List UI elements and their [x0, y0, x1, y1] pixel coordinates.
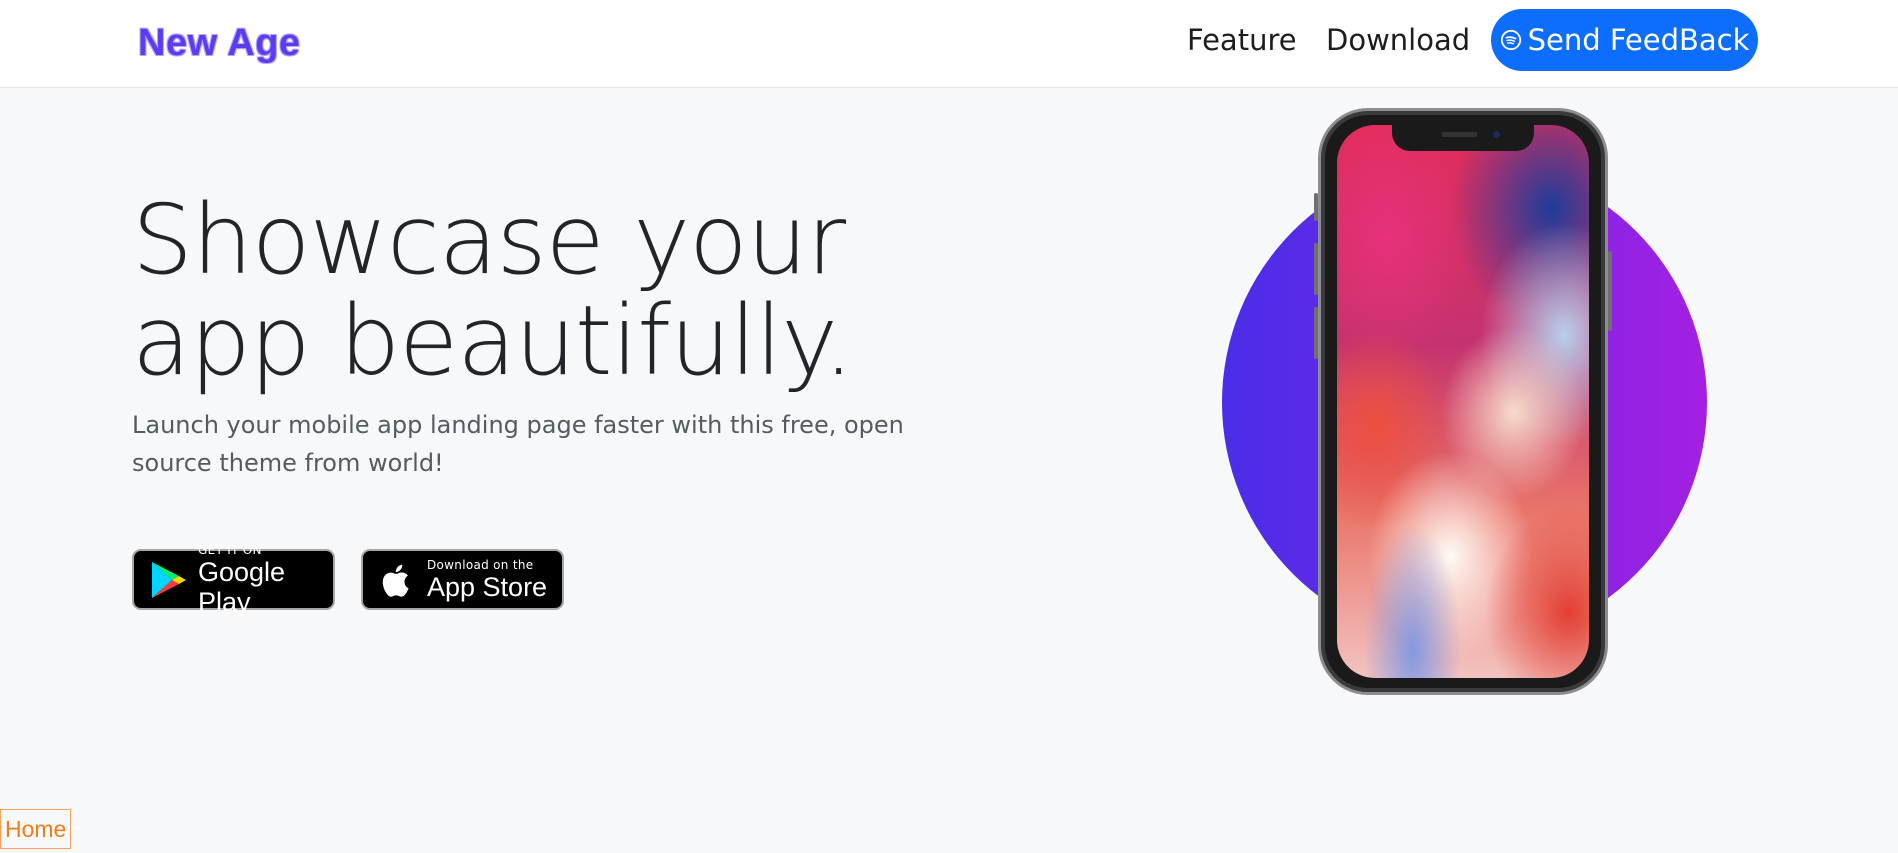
- google-play-badge[interactable]: GET IT ON Google Play: [132, 543, 335, 617]
- phone-side-button: [1314, 193, 1318, 221]
- nav-link-feature[interactable]: Feature: [1187, 20, 1297, 60]
- phone-volume-up-button: [1314, 243, 1318, 295]
- hero-title-line-2: app beautifully.: [132, 285, 854, 397]
- google-badge-large: Google Play: [198, 556, 286, 617]
- phone-power-button: [1608, 251, 1612, 331]
- phone-camera: [1493, 131, 1500, 138]
- apple-badge-large: App Store: [427, 571, 548, 602]
- phone-mockup: [1314, 108, 1612, 695]
- google-badge-small: GET IT ON: [198, 542, 262, 557]
- home-link[interactable]: Home: [0, 809, 72, 849]
- apple-badge-small: Download on the: [427, 557, 534, 572]
- phone-screen: [1337, 125, 1589, 678]
- apple-icon: [382, 564, 409, 597]
- spotify-icon: [1500, 29, 1521, 51]
- send-feedback-button[interactable]: Send FeedBack: [1491, 9, 1758, 71]
- hero-lead: Launch your mobile app landing page fast…: [132, 411, 904, 477]
- google-play-icon: [152, 561, 186, 598]
- nav-link-download[interactable]: Download: [1326, 20, 1470, 60]
- brand-logo[interactable]: New Age: [138, 22, 301, 65]
- hero-title: Showcase your app beautifully.: [132, 184, 854, 397]
- phone-speaker: [1441, 132, 1478, 137]
- hero-title-line-1: Showcase your: [132, 184, 846, 296]
- send-feedback-label: Send FeedBack: [1527, 23, 1750, 57]
- app-store-badge[interactable]: Download on the App Store: [361, 549, 564, 610]
- navbar: New Age Feature Download Send FeedBack: [0, 0, 1898, 88]
- phone-notch: [1392, 125, 1534, 151]
- phone-volume-down-button: [1314, 307, 1318, 359]
